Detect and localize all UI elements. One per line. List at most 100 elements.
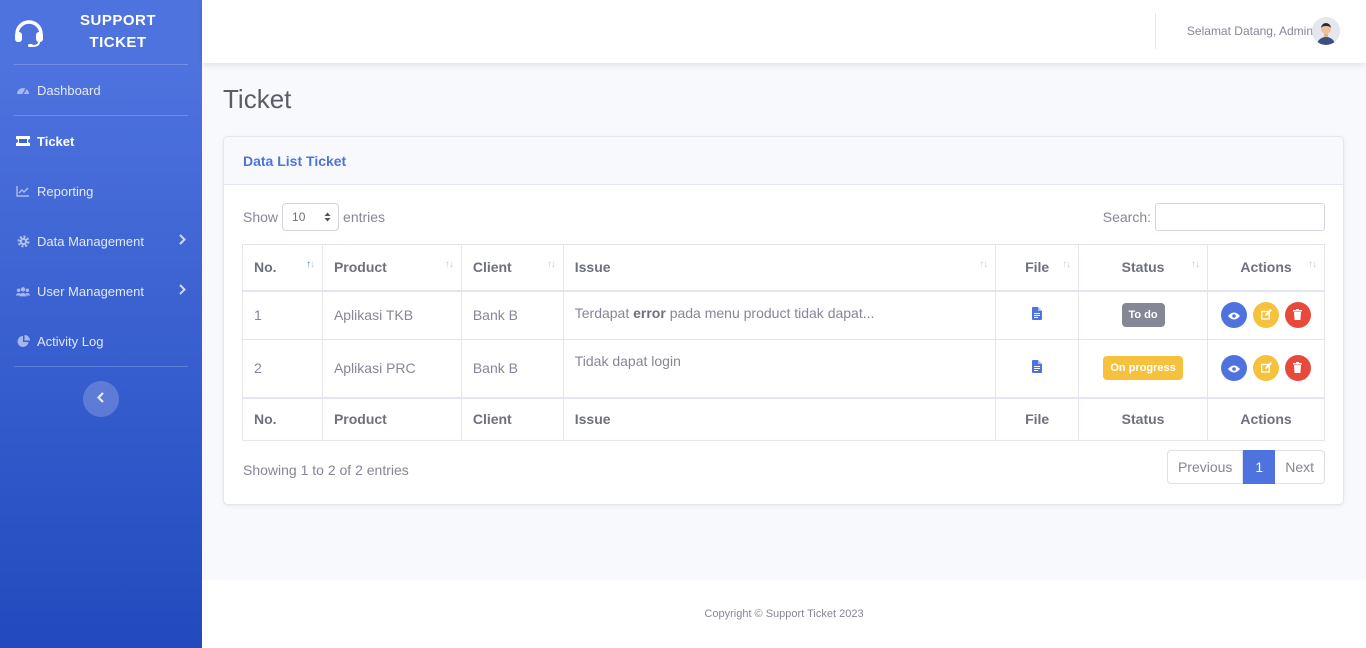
footer-header-product: Product [321, 396, 462, 441]
entries-length-control: Show 10 entries [243, 203, 385, 231]
entries-select[interactable]: 10 [282, 203, 340, 231]
edit-icon [1260, 360, 1272, 376]
cell-file [995, 290, 1080, 340]
users-icon [16, 284, 30, 298]
select-arrows-icon [324, 212, 331, 222]
sidebar-item-data-management[interactable]: Data Management [0, 216, 202, 266]
sort-icon: ↑↓ [444, 259, 454, 270]
column-header-label: Client [472, 259, 512, 276]
column-header-label: No. [254, 259, 277, 276]
copyright-text: Copyright © Support Ticket 2023 [704, 608, 864, 620]
column-header-file[interactable]: File ↑↓ [995, 244, 1080, 292]
cell-actions [1207, 290, 1325, 340]
show-label: Show [243, 209, 279, 225]
ticket-table: No. ↑↓ Product ↑↓ Client ↑↓ Issue ↑↓ File ↑↓ … [242, 244, 1325, 441]
edit-button[interactable] [1253, 302, 1280, 329]
column-header-issue[interactable]: Issue ↑↓ [562, 244, 997, 292]
brand[interactable]: SUPPORT TICKET [0, 0, 202, 64]
cell-no: 2 [242, 339, 323, 398]
search-input[interactable] [1155, 203, 1325, 231]
sidebar-item-user-management[interactable]: User Management [0, 266, 202, 316]
column-header-product[interactable]: Product ↑↓ [321, 244, 462, 292]
edit-button[interactable] [1253, 355, 1280, 382]
avatar[interactable] [1312, 17, 1340, 45]
column-header-label: Actions [1240, 259, 1292, 276]
search-control: Search: [1103, 203, 1325, 231]
ticket-card: Data List Ticket Show 10 entries Search:… [223, 136, 1344, 505]
column-header-label: Status [1121, 259, 1165, 276]
card-title: Data List Ticket [224, 137, 1343, 185]
sidebar-item-ticket[interactable]: Ticket [0, 116, 202, 166]
topbar: Selamat Datang, Admin [202, 0, 1366, 63]
eye-icon [1228, 360, 1241, 376]
trash-icon [1293, 360, 1303, 376]
sidebar-item-label: Data Management [37, 233, 144, 249]
search-label: Search: [1102, 209, 1151, 225]
sidebar: SUPPORT TICKET Dashboard Ticket Reportin… [0, 0, 202, 648]
pie-chart-icon [16, 334, 30, 348]
entries-select-value: 10 [292, 210, 306, 224]
status-badge: On progress [1103, 356, 1183, 381]
table-header: No. ↑↓ Product ↑↓ Client ↑↓ Issue ↑↓ File ↑↓ … [242, 244, 1325, 292]
table-row: 2 Aplikasi PRC Bank B Tidak dapat login … [242, 339, 1325, 398]
sidebar-item-label: User Management [37, 283, 144, 299]
view-button[interactable] [1221, 302, 1248, 329]
eye-icon [1228, 307, 1241, 323]
issue-text: Tidak dapat login [574, 353, 681, 369]
pagination-previous[interactable]: Previous [1166, 450, 1244, 484]
issue-text: Terdapat [574, 304, 634, 321]
sidebar-item-label: Dashboard [37, 82, 101, 98]
cell-product: Aplikasi TKB [321, 290, 462, 340]
footer-header-issue: Issue [562, 396, 997, 441]
footer-header-status: Status [1078, 396, 1209, 441]
cell-client: Bank B [460, 290, 564, 340]
footer-header-client: Client [460, 396, 564, 441]
cog-icon [16, 234, 30, 248]
sidebar-item-label: Ticket [37, 133, 75, 149]
cell-status: On progress [1078, 339, 1209, 398]
cell-client: Bank B [460, 339, 564, 398]
column-header-no[interactable]: No. ↑↓ [242, 244, 323, 292]
pagination: Previous 1 Next [1166, 450, 1325, 484]
table-row: 1 Aplikasi TKB Bank B Terdapat error pad… [242, 290, 1325, 340]
pagination-next[interactable]: Next [1275, 450, 1325, 484]
delete-button[interactable] [1284, 302, 1311, 329]
page-title: Ticket [223, 84, 292, 114]
issue-text: pada menu product tidak dapat... [665, 304, 875, 321]
table-info: Showing 1 to 2 of 2 entries [243, 462, 409, 478]
welcome-text[interactable]: Selamat Datang, Admin [1187, 24, 1313, 38]
sidebar-item-label: Activity Log [37, 333, 104, 349]
brand-name: SUPPORT TICKET [46, 10, 202, 54]
cell-issue: Terdapat error pada menu product tidak d… [562, 290, 997, 340]
ticket-icon [16, 134, 30, 148]
column-header-label: Product [333, 259, 387, 276]
column-header-label: Issue [574, 259, 611, 276]
view-button[interactable] [1221, 355, 1248, 382]
tachometer-icon [16, 83, 30, 97]
file-icon[interactable] [1032, 307, 1043, 323]
status-badge: To do [1121, 303, 1165, 328]
chart-line-icon [16, 184, 30, 198]
edit-icon [1260, 307, 1272, 323]
sidebar-toggle-button[interactable] [83, 381, 119, 417]
column-header-client[interactable]: Client ↑↓ [460, 244, 564, 292]
cell-status: To do [1078, 290, 1209, 340]
sidebar-item-activity-log[interactable]: Activity Log [0, 316, 202, 366]
trash-icon [1293, 307, 1303, 323]
sort-asc-icon: ↑↓ [305, 259, 315, 270]
sidebar-item-dashboard[interactable]: Dashboard [0, 65, 202, 115]
sidebar-item-reporting[interactable]: Reporting [0, 166, 202, 216]
cell-actions [1207, 339, 1325, 398]
brand-line-1: SUPPORT [79, 12, 156, 29]
column-header-actions[interactable]: Actions ↑↓ [1207, 244, 1325, 292]
cell-file [995, 339, 1080, 398]
sort-icon: ↑↓ [1191, 259, 1200, 270]
file-icon[interactable] [1032, 360, 1043, 376]
cell-product: Aplikasi PRC [321, 339, 462, 398]
column-header-status[interactable]: Status ↑↓ [1078, 244, 1209, 292]
delete-button[interactable] [1284, 355, 1311, 382]
headset-icon [12, 15, 46, 49]
sidebar-item-label: Reporting [37, 183, 94, 199]
chevron-right-icon [179, 284, 186, 298]
pagination-page-1[interactable]: 1 [1243, 450, 1276, 484]
